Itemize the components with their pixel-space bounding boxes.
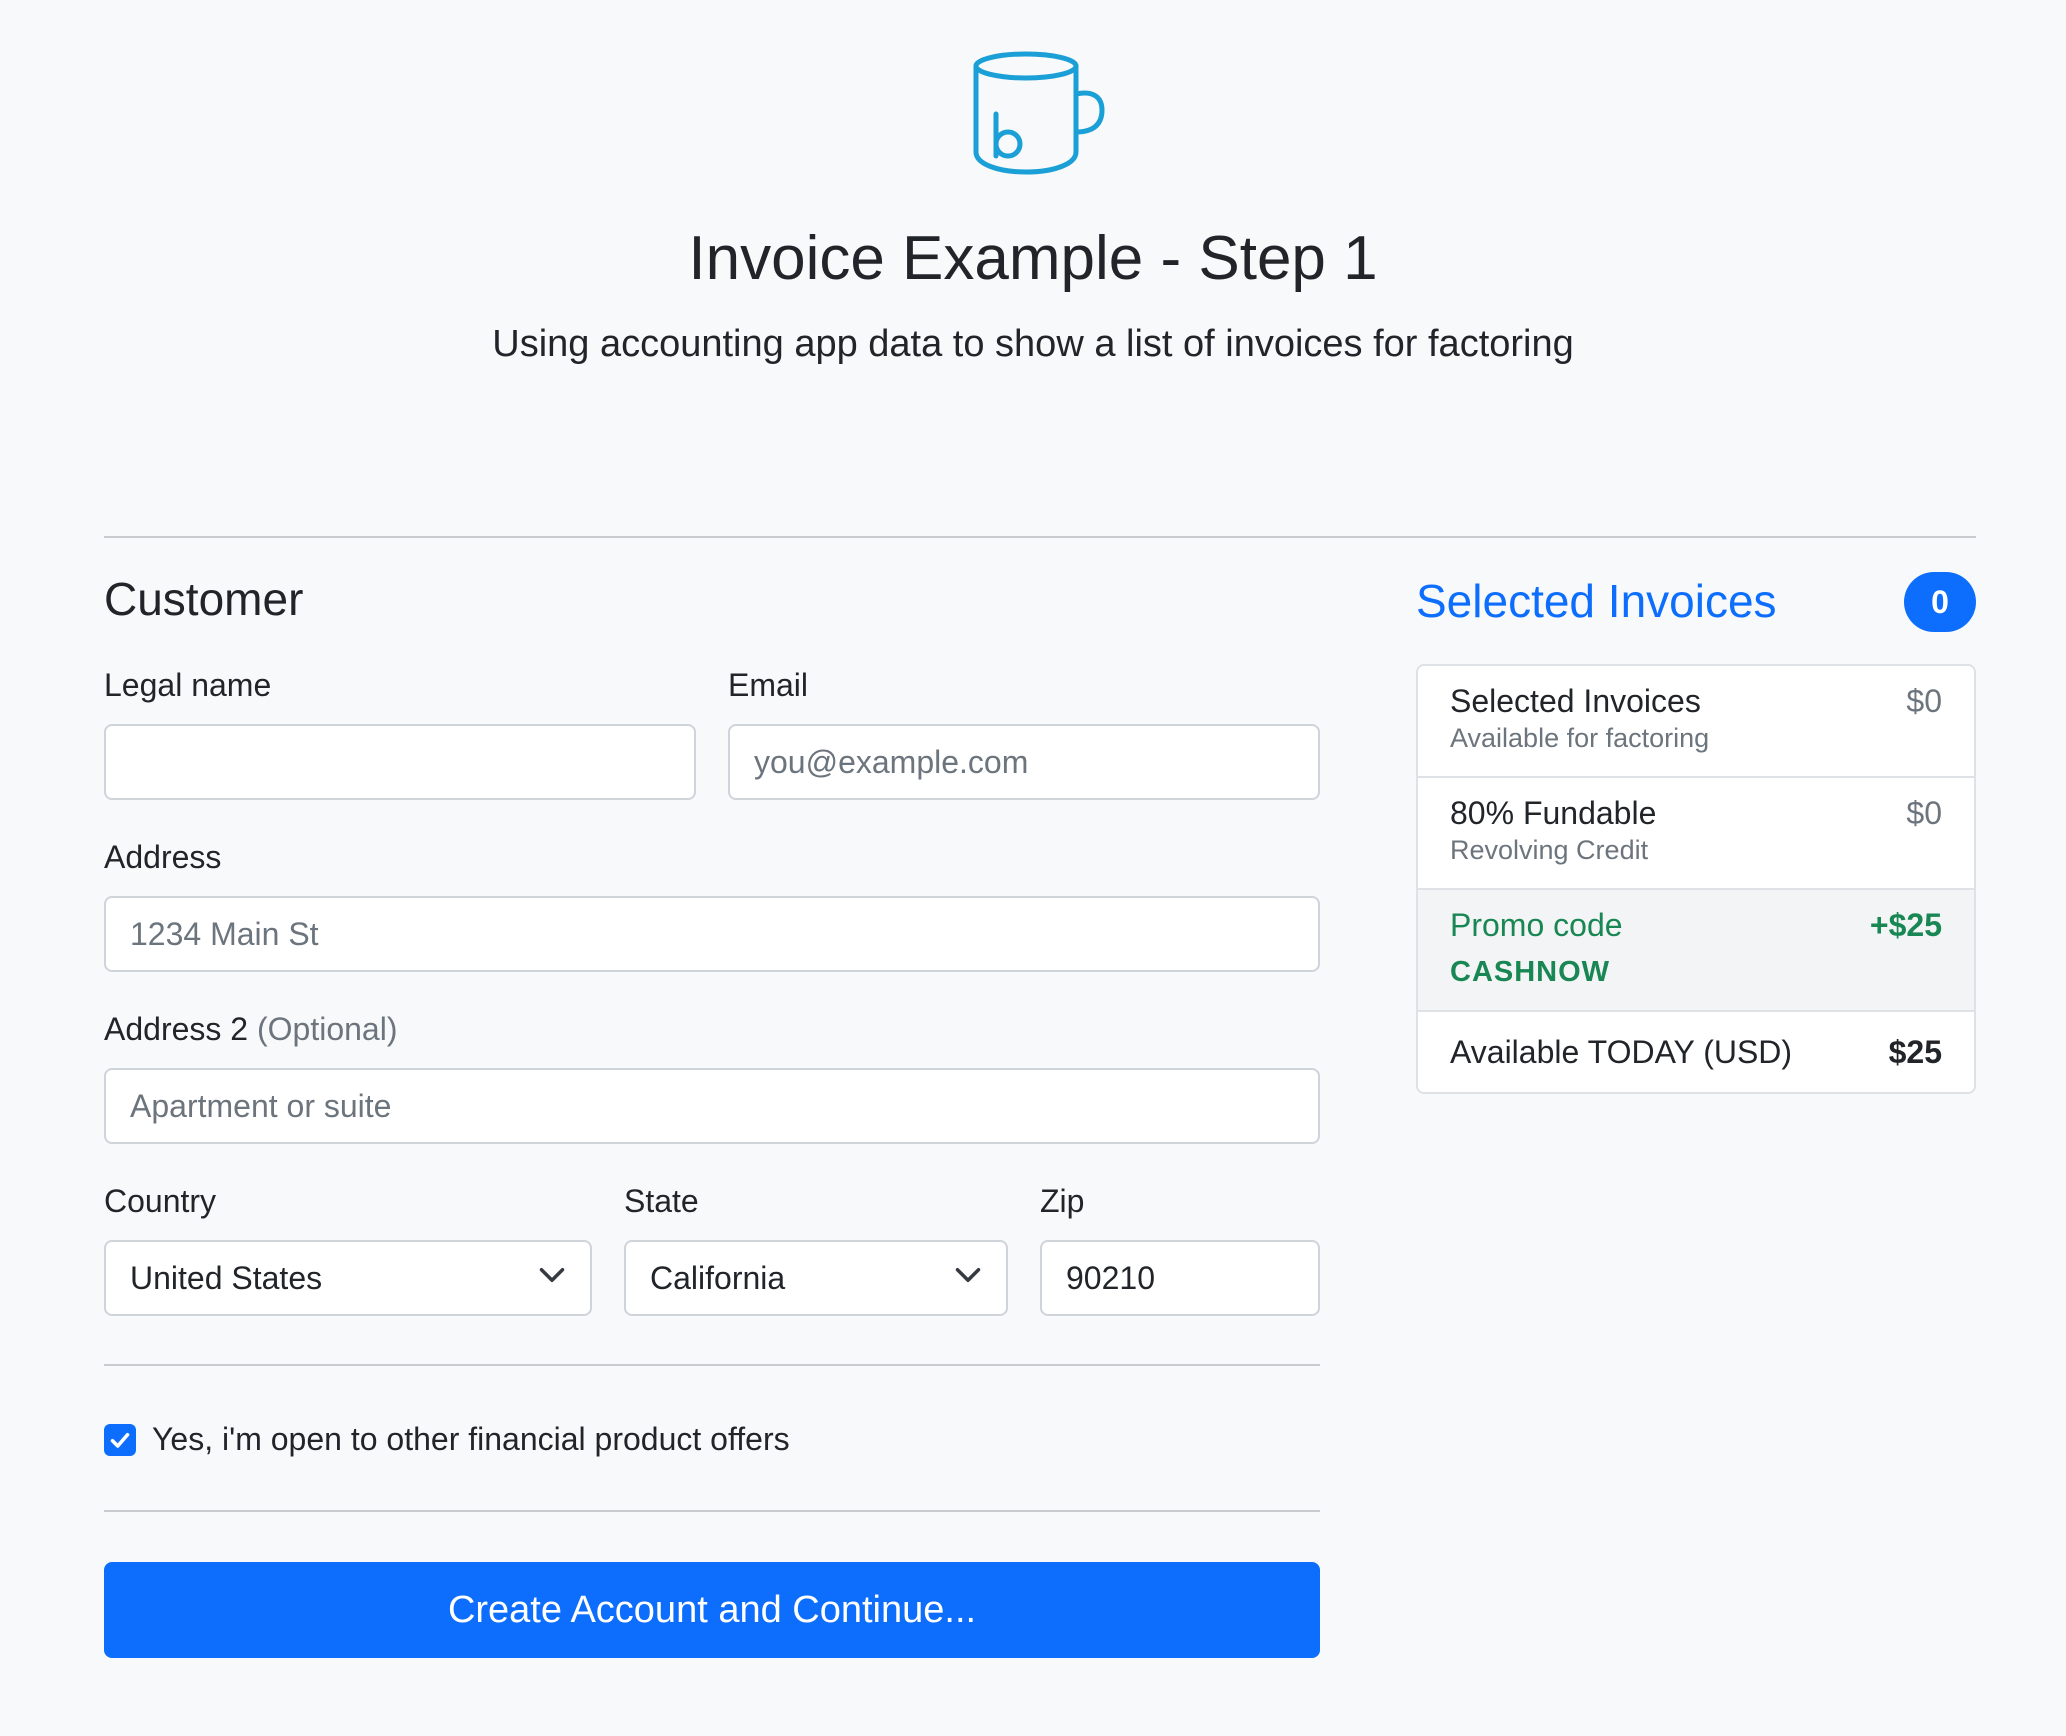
country-label: Country bbox=[104, 1183, 217, 1219]
top-divider bbox=[104, 536, 1976, 538]
address2-label-text: Address 2 bbox=[104, 1011, 249, 1047]
state-label: State bbox=[624, 1183, 699, 1219]
optional-hint: (Optional) bbox=[256, 1011, 398, 1047]
create-account-button[interactable]: Create Account and Continue... bbox=[104, 1562, 1320, 1658]
promo-text-group: Promo code CASHNOW bbox=[1450, 906, 1623, 994]
zip-label: Zip bbox=[1040, 1183, 1085, 1219]
zip-input[interactable] bbox=[1040, 1240, 1320, 1316]
address-label: Address bbox=[104, 839, 222, 875]
email-input[interactable] bbox=[728, 724, 1320, 800]
form-divider-bottom bbox=[104, 1510, 1320, 1512]
address2-input[interactable] bbox=[104, 1068, 1320, 1144]
customer-section-title: Customer bbox=[104, 573, 304, 625]
summary-row: 80% Fundable Revolving Credit $0 bbox=[1418, 778, 1974, 890]
form-divider bbox=[104, 1364, 1320, 1366]
email-label: Email bbox=[728, 667, 809, 703]
chevron-down-icon bbox=[954, 1260, 982, 1297]
summary-row-text: 80% Fundable Revolving Credit bbox=[1450, 794, 1656, 872]
country-selected-value: United States bbox=[130, 1259, 323, 1296]
summary-row-title: 80% Fundable bbox=[1450, 795, 1657, 831]
invoice-count-badge: 0 bbox=[1904, 572, 1976, 632]
page-subtitle: Using accounting app data to show a list… bbox=[492, 323, 1574, 365]
promo-code-row: Promo code CASHNOW +$25 bbox=[1418, 890, 1974, 1012]
state-select[interactable]: California bbox=[624, 1240, 1008, 1316]
summary-row: Selected Invoices Available for factorin… bbox=[1418, 666, 1974, 778]
summary-row-text: Selected Invoices Available for factorin… bbox=[1450, 682, 1709, 760]
address2-label: Address 2 (Optional) bbox=[104, 1010, 397, 1048]
total-label: Available TODAY (USD) bbox=[1450, 1033, 1793, 1070]
summary-row-title: Selected Invoices bbox=[1450, 683, 1701, 719]
brand-logo-mug-icon bbox=[970, 48, 1106, 178]
address-input[interactable] bbox=[104, 896, 1320, 972]
summary-row-value: $0 bbox=[1906, 795, 1942, 831]
promo-code-title: Promo code bbox=[1450, 907, 1623, 943]
summary-card: Selected Invoices Available for factorin… bbox=[1416, 664, 1976, 1094]
chevron-down-icon bbox=[538, 1260, 566, 1297]
summary-row-subtitle: Revolving Credit bbox=[1450, 835, 1649, 866]
legal-name-input[interactable] bbox=[104, 724, 696, 800]
page-title: Invoice Example - Step 1 bbox=[688, 224, 1378, 293]
selected-invoices-title: Selected Invoices bbox=[1416, 575, 1777, 627]
promo-amount: +$25 bbox=[1869, 907, 1942, 943]
promo-code-value: CASHNOW bbox=[1450, 956, 1611, 989]
state-selected-value: California bbox=[650, 1259, 786, 1296]
offers-checkbox-label[interactable]: Yes, i'm open to other financial product… bbox=[152, 1420, 790, 1458]
summary-row-subtitle: Available for factoring bbox=[1450, 723, 1710, 754]
legal-name-label: Legal name bbox=[104, 667, 272, 703]
checkmark-icon bbox=[110, 1432, 130, 1448]
summary-row-value: $0 bbox=[1906, 683, 1942, 719]
total-row: Available TODAY (USD) $25 bbox=[1418, 1012, 1974, 1092]
country-select[interactable]: United States bbox=[104, 1240, 592, 1316]
offers-checkbox[interactable] bbox=[104, 1424, 136, 1456]
total-value: $25 bbox=[1888, 1033, 1942, 1070]
